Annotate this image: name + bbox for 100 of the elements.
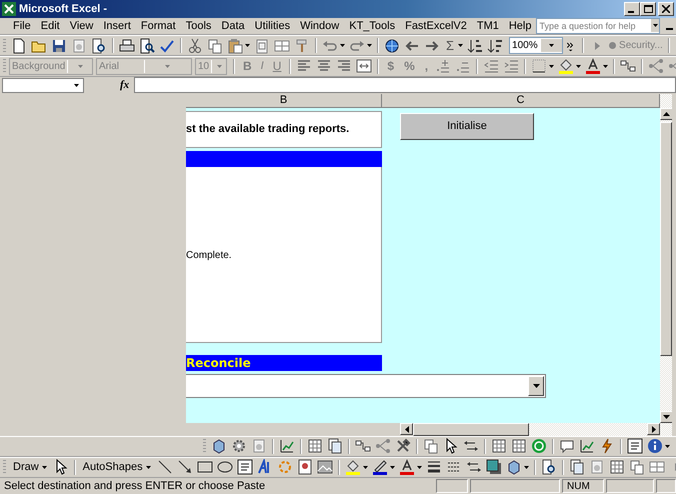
new-document-icon[interactable] [11,38,27,54]
formula-input[interactable] [134,77,676,94]
caret-icon[interactable] [74,84,79,87]
menu-item[interactable]: View [64,20,98,32]
print-icon[interactable] [119,38,135,54]
menu-item[interactable]: Tools [180,20,216,32]
line-color-icon[interactable] [372,459,388,476]
cut-icon[interactable] [187,38,203,54]
shadow-icon[interactable] [486,459,502,476]
caret-icon[interactable] [548,44,554,48]
spelling-check-icon[interactable] [159,38,175,54]
sort-ascending-icon[interactable] [467,38,484,54]
menu-item[interactable]: KT_Tools [344,20,400,32]
table-icon[interactable] [648,459,665,476]
picture-icon[interactable] [316,459,333,476]
menu-item[interactable]: Insert [98,20,136,32]
arrow-icon[interactable] [176,459,193,476]
caret-icon[interactable] [524,466,529,469]
globe-icon[interactable] [384,38,400,54]
speech-bubble-icon[interactable] [559,438,575,454]
caret-icon[interactable] [458,44,464,48]
oval-icon[interactable] [216,459,233,476]
down-arrow-icon[interactable] [663,415,670,420]
scroll-left-button[interactable] [400,423,413,436]
down-arrow-icon[interactable] [532,384,540,388]
page-magnifier-icon[interactable] [91,38,107,54]
flowchart-icon[interactable] [355,438,371,454]
line-style-icon[interactable] [426,459,442,476]
gear-icon[interactable] [231,438,247,454]
flowchart-icon[interactable] [620,58,636,74]
pages-icon[interactable] [568,459,585,476]
circle-icon[interactable] [531,438,547,454]
fill-color-icon[interactable] [558,58,574,74]
table-icon[interactable] [274,38,290,54]
caret-icon[interactable] [416,466,422,469]
menu-item[interactable]: TM1 [472,20,504,32]
font-color-icon[interactable] [585,58,602,74]
page-magnifier-icon[interactable] [540,459,557,476]
caret-icon[interactable] [146,466,151,469]
scroll-right-button[interactable] [647,423,660,436]
menu-item[interactable]: Utilities [250,20,296,32]
menu-item[interactable]: File [8,20,36,32]
help-search-field[interactable]: Type a question for help [536,18,660,34]
info-icon[interactable] [647,438,663,454]
merge-center-icon[interactable] [356,58,372,74]
initialise-button[interactable]: Initialise [400,112,534,140]
caret-icon[interactable] [576,64,582,68]
caret-icon[interactable] [652,24,658,28]
line-icon[interactable] [156,459,173,476]
caret-icon[interactable] [245,44,250,48]
print-preview-icon[interactable] [139,38,155,54]
increase-decimal-icon[interactable] [435,58,452,74]
fill-color-icon[interactable] [344,459,361,476]
draw-menu-button[interactable]: Draw [10,461,50,474]
sort-descending-icon[interactable] [487,38,504,54]
maximize-button[interactable] [640,2,656,16]
vertical-scrollbar[interactable] [660,94,672,436]
textbox-icon[interactable] [627,438,643,454]
right-arrow-icon[interactable] [652,426,656,433]
grid-icon[interactable] [307,438,323,454]
borders-icon[interactable] [531,58,548,74]
caret-icon[interactable] [362,466,368,469]
lightning-icon[interactable] [599,438,615,454]
maximize-icon[interactable] [644,4,652,13]
menu-item[interactable]: Format [136,20,181,32]
close-icon[interactable] [662,4,670,13]
insert-function-label[interactable]: fx [120,79,134,92]
caret-icon[interactable] [340,44,345,48]
copy-icon[interactable] [423,438,439,454]
chart-icon[interactable] [579,438,595,454]
cube-icon[interactable] [506,459,522,476]
minimize-button[interactable] [624,2,640,16]
chart-icon[interactable] [279,438,295,454]
menu-item[interactable]: Edit [36,20,65,32]
clipart-icon[interactable] [296,459,313,476]
menu-item[interactable]: FastExcelV2 [400,20,472,32]
close-button[interactable] [658,2,674,16]
grid-icon[interactable] [608,459,625,476]
zoom-combobox[interactable]: 100% [509,37,564,54]
caret-icon[interactable] [665,444,670,448]
autosum-button[interactable]: Σ [443,38,458,54]
menu-item[interactable]: Data [216,20,250,32]
horizontal-scrollbar[interactable] [413,423,647,436]
pages-icon[interactable] [327,438,343,454]
font-color-icon[interactable] [398,459,415,476]
caret-icon[interactable] [42,466,47,469]
copy-icon[interactable] [207,38,223,54]
grid-icon[interactable] [491,438,507,454]
rectangle-icon[interactable] [196,459,213,476]
autoshapes-menu-button[interactable]: AutoShapes [80,461,154,474]
copy-icon[interactable] [628,459,645,476]
menu-item[interactable]: Help [504,20,536,32]
menu-item[interactable]: Window [295,20,344,32]
name-box[interactable] [2,78,84,93]
left-arrow-icon[interactable] [404,426,408,433]
grid-icon[interactable] [511,438,527,454]
cube-icon[interactable] [211,438,227,454]
tools-icon[interactable] [395,438,411,454]
report-dropdown[interactable] [186,374,546,398]
caret-icon[interactable] [367,44,372,48]
